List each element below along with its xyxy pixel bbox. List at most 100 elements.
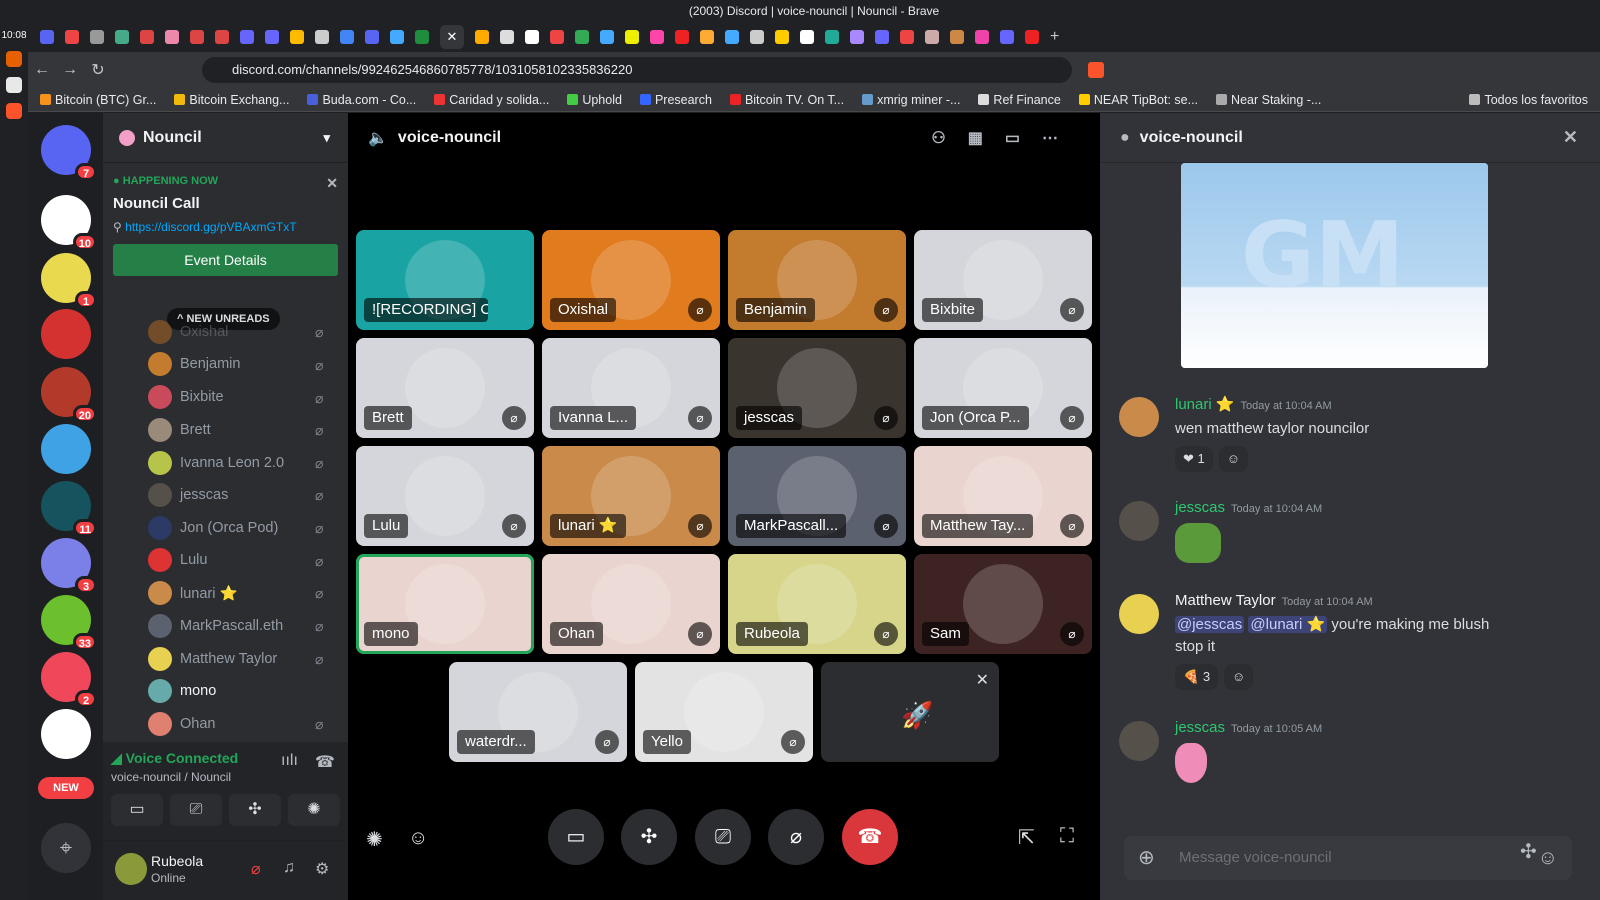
participant-tile[interactable]: Yello ⌀: [635, 662, 813, 762]
close-icon[interactable]: ✕: [1563, 127, 1578, 148]
tab-favicon[interactable]: [365, 30, 379, 44]
voice-member[interactable]: Lulu: [148, 545, 207, 575]
tab-favicon[interactable]: [315, 30, 329, 44]
call-header-actions[interactable]: ⚇▦▭⋯: [931, 128, 1080, 148]
server-icon[interactable]: 2: [41, 652, 97, 708]
back-icon[interactable]: ←: [28, 61, 56, 79]
gear-icon[interactable]: ⚙: [315, 859, 329, 879]
participant-tile[interactable]: Bixbite ⌀: [914, 230, 1092, 330]
tab-favicon[interactable]: [700, 30, 714, 44]
server-icon[interactable]: 1: [41, 253, 97, 309]
drive-icon[interactable]: [290, 30, 304, 44]
message-author[interactable]: lunari ⭐: [1175, 396, 1235, 413]
activities-button[interactable]: ✣: [229, 794, 281, 826]
voice-member[interactable]: Ivanna Leon 2.0: [148, 448, 284, 478]
brave-icon[interactable]: [6, 103, 22, 119]
server-icon[interactable]: 11: [41, 481, 97, 537]
forward-icon[interactable]: →: [56, 61, 84, 79]
avatar[interactable]: [1119, 594, 1159, 634]
participant-tile[interactable]: lunari ⭐ ⌀: [542, 446, 720, 546]
voice-member[interactable]: MarkPascall.eth: [148, 611, 283, 641]
server-header[interactable]: Nouncil ▾: [103, 113, 348, 163]
popout-icon[interactable]: ⇱: [1018, 825, 1035, 850]
pepe-sticker[interactable]: [1175, 523, 1221, 563]
avatar[interactable]: [115, 853, 147, 885]
bookmark[interactable]: Buda.com - Co...: [307, 93, 416, 107]
tab-favicon[interactable]: [600, 30, 614, 44]
tab-favicon[interactable]: [900, 30, 914, 44]
server-icon-nouncil[interactable]: [41, 309, 91, 359]
chevron-down-icon[interactable]: ▾: [323, 130, 330, 146]
invite-tile[interactable]: 🚀 ✕: [821, 662, 999, 762]
message-author[interactable]: jesscas: [1175, 499, 1225, 516]
tab-favicon[interactable]: [625, 30, 639, 44]
tab-favicon[interactable]: [850, 30, 864, 44]
bookmark[interactable]: Uphold: [567, 93, 622, 107]
close-icon[interactable]: ✕: [976, 670, 989, 690]
tab-favicon[interactable]: [525, 30, 539, 44]
username[interactable]: Rubeola: [151, 853, 203, 869]
participant-tile[interactable]: Ivanna L... ⌀: [542, 338, 720, 438]
event-link[interactable]: ⚲ https://discord.gg/pVBAxmGTxT: [113, 220, 338, 234]
bookmark[interactable]: xmrig miner -...: [862, 93, 960, 107]
docs-icon[interactable]: [340, 30, 354, 44]
tab-favicon[interactable]: [800, 30, 814, 44]
voice-member[interactable]: Benjamin: [148, 349, 240, 379]
reaction[interactable]: 🍕 3: [1175, 664, 1219, 690]
gm-image[interactable]: GM: [1181, 163, 1488, 368]
tab-favicon[interactable]: [550, 30, 564, 44]
tab-favicon[interactable]: [90, 30, 104, 44]
app-icon[interactable]: [6, 77, 22, 93]
server-icon[interactable]: 3: [41, 538, 97, 594]
emoji-icon[interactable]: ☺: [1538, 836, 1558, 880]
message-author[interactable]: jesscas: [1175, 719, 1225, 736]
screen-share-button[interactable]: ⎚: [170, 794, 222, 826]
bookmark[interactable]: Caridad y solida...: [434, 93, 549, 107]
tab-favicon[interactable]: [65, 30, 79, 44]
voice-member[interactable]: jesscas: [148, 480, 228, 510]
noise-suppression-icon[interactable]: ıılı: [281, 752, 298, 770]
message-input[interactable]: ⊕ Message voice-nouncil ☺: [1124, 836, 1572, 880]
tab-favicon[interactable]: [40, 30, 54, 44]
participant-tile[interactable]: Matthew Tay... ⌀: [914, 446, 1092, 546]
participant-tile[interactable]: mono: [356, 554, 534, 654]
tab-favicon[interactable]: [575, 30, 589, 44]
server-icon[interactable]: [41, 709, 91, 759]
participant-tile[interactable]: Lulu ⌀: [356, 446, 534, 546]
disconnect-icon[interactable]: ☎: [315, 752, 335, 772]
participant-tile[interactable]: Oxishal ⌀: [542, 230, 720, 330]
add-attachment-icon[interactable]: ⊕: [1138, 836, 1155, 880]
voice-member-speaking[interactable]: mono: [148, 676, 216, 706]
participant-tile[interactable]: MarkPascall... ⌀: [728, 446, 906, 546]
participant-tile[interactable]: Ohan ⌀: [542, 554, 720, 654]
bookmark[interactable]: Near Staking -...: [1216, 93, 1321, 107]
voice-member[interactable]: Ohan: [148, 709, 215, 739]
tab-favicon[interactable]: [475, 30, 489, 44]
add-reaction-icon[interactable]: ☺: [1218, 446, 1249, 472]
server-icon[interactable]: 10: [41, 195, 97, 251]
x-icon[interactable]: [750, 30, 764, 44]
tab-favicon[interactable]: [265, 30, 279, 44]
reaction-heart[interactable]: ❤ 1: [1175, 446, 1213, 472]
brave-shield-icon[interactable]: [1088, 62, 1104, 78]
close-icon[interactable]: ✕: [326, 175, 338, 192]
participant-tile[interactable]: waterdr... ⌀: [449, 662, 627, 762]
participant-tile[interactable]: Brett ⌀: [356, 338, 534, 438]
screen-share-button[interactable]: ⎚: [695, 809, 751, 865]
instagram-icon[interactable]: [975, 30, 989, 44]
voice-member[interactable]: Matthew Taylor: [148, 644, 277, 674]
tab-favicon[interactable]: [650, 30, 664, 44]
tab-favicon[interactable]: [825, 30, 839, 44]
tab-favicon[interactable]: [725, 30, 739, 44]
user-mention[interactable]: @jesscas: [1175, 616, 1245, 633]
soundboard-icon[interactable]: ✺: [366, 827, 383, 852]
voice-member[interactable]: Brett: [148, 415, 211, 445]
voice-status[interactable]: ◢ Voice Connected: [111, 750, 238, 767]
voice-channel-path[interactable]: voice-nouncil / Nouncil: [111, 770, 231, 784]
emoji-icon[interactable]: ☺: [408, 827, 428, 850]
reload-icon[interactable]: ↻: [84, 60, 112, 80]
headphones-icon[interactable]: ♫: [283, 859, 295, 877]
tab-favicon[interactable]: [1000, 30, 1014, 44]
participant-tile[interactable]: Jon (Orca P... ⌀: [914, 338, 1092, 438]
activities-icon[interactable]: ✣: [1520, 839, 1537, 864]
